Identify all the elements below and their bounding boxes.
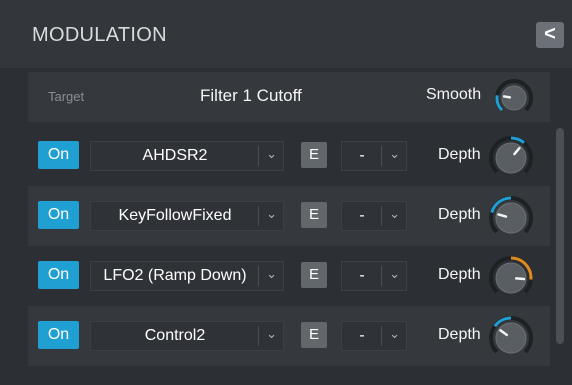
divider	[258, 266, 259, 286]
knob-body	[495, 202, 527, 234]
via-value: -	[359, 147, 365, 164]
on-toggle[interactable]: On	[38, 261, 79, 289]
chevron-down-icon[interactable]: ⌄	[389, 266, 400, 282]
source-select[interactable]: AHDSR2 ⌄	[90, 141, 284, 171]
chevron-down-icon[interactable]: ⌄	[389, 146, 400, 162]
knob-body	[501, 85, 527, 111]
via-value: -	[359, 207, 365, 224]
depth-knob-graphic	[489, 196, 533, 234]
mod-row-3: On LFO2 (Ramp Down) ⌄ E - ⌄ Depth	[28, 246, 550, 306]
via-select[interactable]: - ⌄	[341, 321, 407, 351]
scrollbar[interactable]	[556, 128, 564, 344]
depth-label: Depth	[438, 206, 481, 223]
source-select[interactable]: LFO2 (Ramp Down) ⌄	[90, 261, 284, 291]
source-value: KeyFollowFixed	[118, 207, 232, 224]
depth-knob[interactable]	[488, 135, 534, 186]
chevron-down-icon[interactable]: ⌄	[266, 326, 277, 342]
envelope-edit-button[interactable]: E	[301, 142, 327, 168]
depth-label: Depth	[438, 146, 481, 163]
depth-label: Depth	[438, 266, 481, 283]
depth-knob[interactable]	[488, 315, 534, 366]
divider	[381, 266, 382, 286]
depth-knob-graphic	[489, 136, 533, 174]
knob-value-arc	[510, 136, 525, 145]
smooth-label: Smooth	[426, 86, 482, 103]
smooth-knob-graphic	[495, 79, 533, 112]
modulation-header: MODULATION <	[0, 0, 572, 68]
chevron-down-icon[interactable]: ⌄	[389, 206, 400, 222]
modulation-rows: On AHDSR2 ⌄ E - ⌄ Depth On KeyFollowFixe…	[28, 126, 550, 366]
knob-pointer	[514, 277, 526, 281]
target-value[interactable]: Filter 1 Cutoff	[200, 86, 302, 106]
via-select[interactable]: - ⌄	[341, 201, 407, 231]
knob-body	[495, 322, 527, 354]
on-toggle[interactable]: On	[38, 141, 79, 169]
via-value: -	[359, 327, 365, 344]
mod-row-4: On Control2 ⌄ E - ⌄ Depth	[28, 306, 550, 366]
divider	[381, 326, 382, 346]
source-value: LFO2 (Ramp Down)	[103, 267, 247, 284]
via-select[interactable]: - ⌄	[341, 141, 407, 171]
divider	[258, 326, 259, 346]
envelope-edit-button[interactable]: E	[301, 322, 327, 348]
knob-body	[495, 142, 527, 174]
depth-label: Depth	[438, 326, 481, 343]
source-select[interactable]: KeyFollowFixed ⌄	[90, 201, 284, 231]
panel-title: MODULATION	[32, 24, 167, 46]
via-select[interactable]: - ⌄	[341, 261, 407, 291]
mod-row-2: On KeyFollowFixed ⌄ E - ⌄ Depth	[28, 186, 550, 246]
envelope-edit-button[interactable]: E	[301, 202, 327, 228]
depth-knob[interactable]	[488, 255, 534, 306]
divider	[258, 206, 259, 226]
collapse-button[interactable]: <	[536, 22, 564, 48]
divider	[258, 146, 259, 166]
source-select[interactable]: Control2 ⌄	[90, 321, 284, 351]
knob-pointer	[502, 95, 512, 99]
depth-knob-graphic	[489, 256, 533, 294]
target-row: Target Filter 1 Cutoff Smooth	[28, 72, 550, 122]
divider	[381, 206, 382, 226]
chevron-down-icon[interactable]: ⌄	[266, 266, 277, 282]
chevron-down-icon[interactable]: ⌄	[266, 206, 277, 222]
target-label: Target	[48, 89, 85, 104]
envelope-edit-button[interactable]: E	[301, 262, 327, 288]
on-toggle[interactable]: On	[38, 321, 79, 349]
divider	[381, 146, 382, 166]
source-value: Control2	[144, 327, 206, 344]
depth-knob-graphic	[489, 316, 533, 354]
via-value: -	[359, 267, 365, 284]
depth-knob[interactable]	[488, 195, 534, 246]
on-toggle[interactable]: On	[38, 201, 79, 229]
chevron-down-icon[interactable]: ⌄	[389, 326, 400, 342]
smooth-knob[interactable]	[494, 78, 534, 123]
mod-row-1: On AHDSR2 ⌄ E - ⌄ Depth	[28, 126, 550, 186]
source-value: AHDSR2	[142, 147, 208, 164]
chevron-down-icon[interactable]: ⌄	[266, 146, 277, 162]
